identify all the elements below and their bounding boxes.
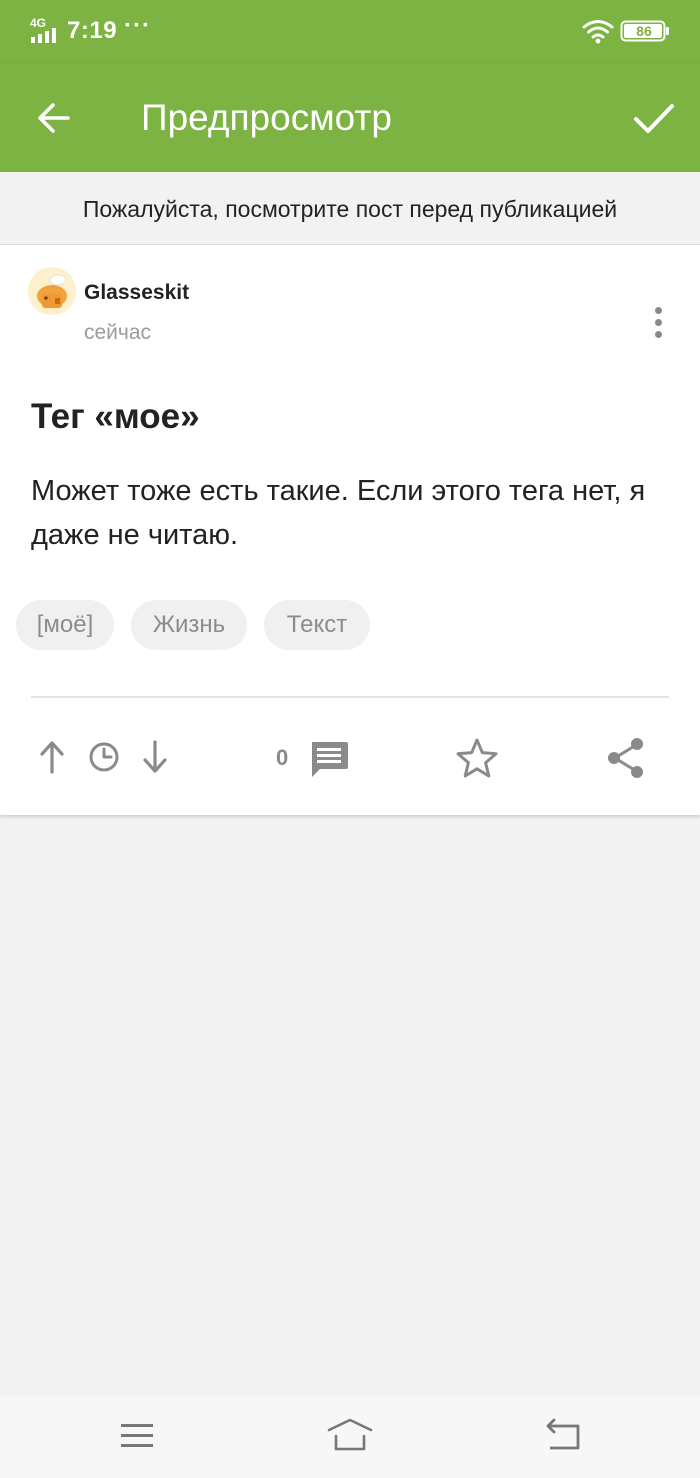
check-icon: [634, 104, 674, 133]
arrow-left-icon: [38, 103, 70, 133]
post-title: Тег «мое»: [31, 397, 200, 436]
preview-notice: Пожалуйста, посмотрите пост перед публик…: [0, 172, 700, 245]
more-vert-dot: [655, 331, 662, 338]
comment-count: 0: [276, 745, 289, 770]
author-name[interactable]: Glasseskit: [84, 281, 189, 305]
app-bar: Предпросмотр: [0, 64, 700, 172]
arrow-down-icon[interactable]: [139, 739, 171, 775]
post-body: Может тоже есть такие. Если этого тега н…: [31, 475, 646, 551]
home-icon[interactable]: [326, 1416, 374, 1456]
more-vert-icon: [655, 307, 662, 314]
avatar[interactable]: [28, 267, 76, 315]
star-icon[interactable]: [455, 737, 499, 779]
signal-icon: 4G: [30, 16, 56, 43]
divider: [31, 696, 669, 698]
tag-chip[interactable]: Текст: [264, 600, 370, 650]
comment-icon[interactable]: [308, 739, 350, 779]
confirm-button[interactable]: [620, 84, 688, 152]
more-vert-dot: [655, 319, 662, 326]
back-icon[interactable]: [542, 1416, 586, 1456]
clock-icon[interactable]: [88, 741, 120, 773]
menu-icon[interactable]: [115, 1416, 159, 1456]
post-card: Glasseskit сейчас Тег «мое» Может тоже е…: [0, 245, 700, 815]
status-bar: 4G 7:19 ··· 86: [0, 0, 700, 64]
page-title: Предпросмотр: [141, 97, 392, 138]
battery-level: 86: [636, 23, 652, 39]
avatar-image: [28, 267, 76, 315]
status-more-dots: ···: [124, 12, 151, 39]
system-nav-bar: [0, 1396, 700, 1478]
back-button[interactable]: [22, 86, 86, 150]
wifi-icon: [582, 20, 614, 44]
tag-chip[interactable]: [моё]: [16, 600, 114, 650]
share-icon[interactable]: [605, 736, 647, 780]
more-options-button[interactable]: [640, 297, 676, 345]
tag-chip[interactable]: Жизнь: [131, 600, 247, 650]
status-time: 7:19: [67, 17, 118, 44]
network-type: 4G: [30, 16, 46, 30]
arrow-up-icon[interactable]: [36, 739, 68, 775]
post-time: сейчас: [84, 321, 152, 344]
